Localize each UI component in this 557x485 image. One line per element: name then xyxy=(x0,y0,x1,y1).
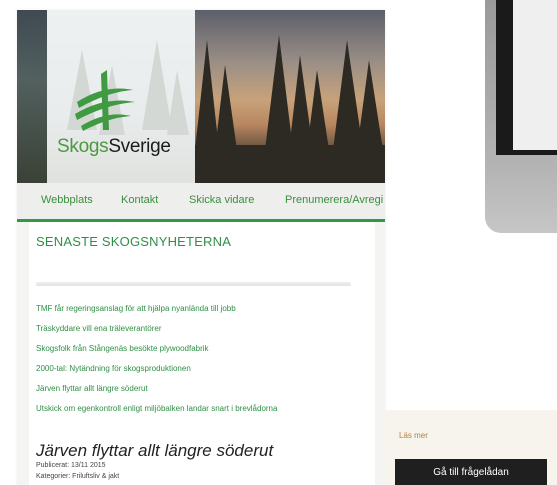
news-link[interactable]: Träskyddare vill ena träleverantörer xyxy=(36,324,277,344)
news-link[interactable]: 2000-tal: Nytändning för skogsproduktion… xyxy=(36,364,277,384)
newsletter-card: SkogsSverige Webbplats Kontakt Skicka vi… xyxy=(17,10,385,485)
newsletter-content: SENASTE SKOGSNYHETERNA TMF får regerings… xyxy=(29,222,375,485)
read-more-link[interactable]: Läs mer xyxy=(399,431,428,440)
nav-webbplats[interactable]: Webbplats xyxy=(41,194,93,206)
nav-kontakt[interactable]: Kontakt xyxy=(121,194,158,206)
top-nav: Webbplats Kontakt Skicka vidare Prenumer… xyxy=(17,183,385,222)
article-title[interactable]: Järven flyttar allt längre söderut xyxy=(36,441,273,461)
nav-skicka-vidare[interactable]: Skicka vidare xyxy=(189,194,254,206)
news-link[interactable]: Skogsfolk från Stångenäs besökte plywood… xyxy=(36,344,277,364)
brand-name-part1: Skogs xyxy=(57,136,109,157)
monitor-screen xyxy=(513,0,557,150)
brand-name-part2: Sverige xyxy=(108,136,171,157)
news-link[interactable]: Järven flyttar allt längre söderut xyxy=(36,384,277,404)
article-categories: Kategorier: Friluftsliv & jakt xyxy=(36,473,120,480)
nav-prenumerera[interactable]: Prenumerera/Avregi xyxy=(285,194,383,206)
section-divider xyxy=(36,282,351,286)
news-list: TMF får regeringsanslag för att hjälpa n… xyxy=(36,304,277,424)
news-link[interactable]: Utskick om egenkontroll enligt miljöbalk… xyxy=(36,404,277,424)
news-link[interactable]: TMF får regeringsanslag för att hjälpa n… xyxy=(36,304,277,324)
goto-question-box-button[interactable]: Gå till frågelådan xyxy=(395,459,547,485)
section-title: SENASTE SKOGSNYHETERNA xyxy=(36,234,232,249)
article-published: Publicerat: 13/11 2015 xyxy=(36,462,106,469)
hero-banner: SkogsSverige xyxy=(17,10,385,183)
brand-logo-text: SkogsSverige xyxy=(57,136,171,158)
